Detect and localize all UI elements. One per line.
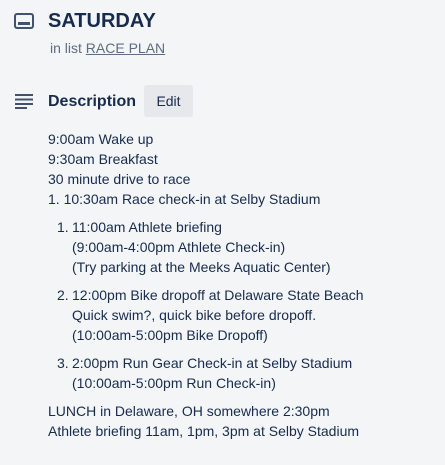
list-item-line: (9:00am-4:00pm Athlete Check-in)	[72, 239, 286, 255]
list-item-number: 3.	[57, 355, 69, 371]
in-list-info: in list RACE PLAN	[50, 39, 165, 57]
card-icon	[14, 13, 34, 29]
list-item-number: 1.	[57, 219, 69, 235]
list-item-line: 2:00pm Run Gear Check-in at Selby Stadiu…	[72, 355, 353, 371]
list-item-line: 12:00pm Bike dropoff at Delaware State B…	[72, 287, 364, 303]
description-body[interactable]: 9:00am Wake up 9:30am Breakfast 30 minut…	[48, 129, 438, 441]
edit-description-button[interactable]: Edit	[144, 85, 193, 117]
closing-line: Athlete briefing 11am, 1pm, 3pm at Selby…	[48, 423, 360, 439]
sub-list: 1. 11:00am Athlete briefing (9:00am-4:00…	[48, 217, 438, 393]
list-name-link[interactable]: RACE PLAN	[86, 40, 165, 56]
card-title: SATURDAY	[48, 10, 156, 32]
numbered-item: 1. 10:30am Race check-in at Selby Stadiu…	[48, 191, 321, 207]
list-item: 1. 11:00am Athlete briefing (9:00am-4:00…	[48, 217, 438, 277]
in-list-prefix: in list	[50, 40, 82, 56]
intro-line: 9:30am Breakfast	[48, 151, 158, 167]
intro-line: 9:00am Wake up	[48, 131, 154, 147]
list-item-number: 2.	[57, 287, 69, 303]
list-item-line: (Try parking at the Meeks Aquatic Center…	[72, 259, 331, 275]
list-item-line: (10:00am-5:00pm Run Check-in)	[72, 375, 276, 391]
list-item-line: (10:00am-5:00pm Bike Dropoff)	[72, 327, 268, 343]
closing-line: LUNCH in Delaware, OH somewhere 2:30pm	[48, 403, 330, 419]
description-heading: Description	[48, 93, 137, 110]
list-item: 3. 2:00pm Run Gear Check-in at Selby Sta…	[48, 353, 438, 393]
intro-line: 30 minute drive to race	[48, 171, 191, 187]
description-lines-icon	[15, 94, 33, 109]
list-item: 2. 12:00pm Bike dropoff at Delaware Stat…	[48, 285, 438, 345]
list-item-line: Quick swim?, quick bike before dropoff.	[72, 307, 317, 323]
list-item-line: 11:00am Athlete briefing	[72, 219, 222, 235]
